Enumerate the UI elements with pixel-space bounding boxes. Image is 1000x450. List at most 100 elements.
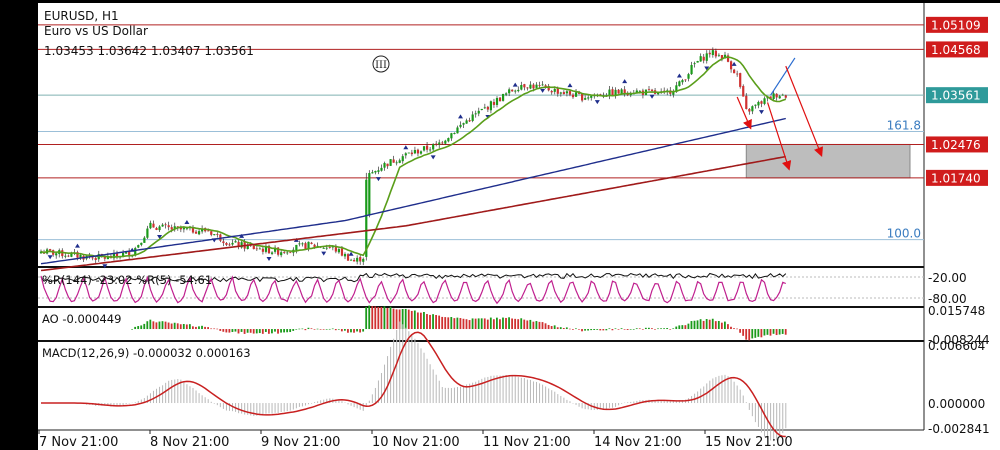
candle-body	[523, 84, 526, 88]
candle-body	[714, 50, 717, 57]
ao-bar	[699, 319, 702, 330]
time-tick-label: 14 Nov 21:00	[594, 435, 682, 450]
candle-body	[702, 56, 705, 61]
candle-body	[736, 73, 739, 75]
ao-bar	[432, 314, 434, 330]
ao-bar	[489, 317, 492, 330]
ao-bar	[562, 327, 565, 330]
candle-body	[283, 252, 286, 253]
ao-bar	[331, 328, 334, 330]
ao-bar	[660, 328, 662, 330]
price-level-label: 1.01740	[931, 171, 981, 185]
price-scale[interactable]	[924, 3, 1000, 430]
ao-bar	[307, 327, 310, 330]
ao-bar	[204, 326, 206, 330]
ao-bar	[547, 324, 550, 330]
ao-bar	[641, 329, 644, 330]
ao-bar	[429, 314, 431, 330]
candle-body	[562, 92, 565, 95]
candle-body	[498, 97, 502, 102]
candle-body	[541, 84, 544, 86]
ao-bar	[669, 329, 672, 330]
ao-bar	[620, 328, 623, 330]
ao-bar	[219, 329, 222, 331]
candle-body	[550, 90, 553, 93]
candle-body	[349, 259, 353, 261]
candle	[742, 84, 745, 97]
ao-bar	[337, 329, 340, 330]
ao-bar	[271, 329, 273, 334]
candle-body	[67, 255, 70, 257]
ao-bar	[237, 329, 240, 334]
ao-bar	[182, 323, 185, 330]
candle-body	[526, 87, 529, 89]
candle-body	[705, 53, 708, 61]
price-level-label: 1.04568	[931, 43, 981, 57]
price-panel[interactable]	[38, 3, 924, 266]
ao-bar	[353, 329, 355, 333]
ao-bar	[134, 326, 137, 330]
ao-bar	[368, 305, 371, 330]
ao-bar	[207, 327, 209, 330]
ao-bar	[651, 328, 653, 330]
candle-body	[733, 69, 736, 74]
candle-body	[252, 245, 255, 250]
candle-body	[565, 91, 569, 94]
wave-label-text: III	[375, 60, 387, 71]
ao-bar	[629, 329, 632, 330]
ao-bar	[274, 329, 276, 332]
candle-body	[568, 91, 572, 95]
ao-bar	[623, 329, 626, 330]
ao-bar	[268, 329, 270, 334]
ao-bar	[365, 306, 368, 330]
support-zone	[745, 143, 911, 179]
ao-bar	[453, 318, 456, 330]
ao-bar	[496, 317, 498, 330]
candle-body	[693, 63, 696, 65]
candle-body	[222, 241, 225, 244]
ao-bar	[462, 318, 465, 330]
ao-bar	[325, 329, 328, 330]
ao-bar	[319, 329, 322, 330]
ao-bar	[724, 321, 726, 330]
candle-body	[313, 244, 316, 248]
ao-bar	[742, 329, 745, 336]
ao-bar	[286, 329, 289, 333]
candle-body	[538, 85, 541, 86]
ao-bar	[559, 327, 562, 330]
candle	[696, 60, 699, 63]
candle-body	[699, 56, 702, 62]
ao-bar	[301, 328, 304, 330]
candle-body	[280, 252, 283, 256]
ao-bar	[359, 329, 361, 333]
candle-body	[146, 228, 149, 238]
ao-bar	[739, 329, 741, 333]
candle-body	[231, 242, 234, 245]
ao-bar	[143, 323, 146, 330]
ao-bar	[638, 328, 641, 330]
ao-bar	[149, 319, 152, 330]
ao-bar	[565, 327, 568, 330]
candle-body	[103, 257, 106, 259]
price-level-label: 1.02476	[931, 138, 981, 152]
ao-bar	[383, 306, 386, 330]
candle-body	[489, 101, 493, 111]
candle-body	[468, 120, 471, 122]
ao-bar	[225, 329, 228, 333]
ao-bar	[590, 329, 593, 331]
candle-body	[781, 94, 784, 96]
ao-bar	[614, 328, 617, 330]
ao-bar	[413, 310, 416, 330]
price-level-label: 1.03561	[931, 89, 981, 103]
ao-bar	[152, 321, 155, 330]
candle-body	[337, 249, 341, 253]
ao-bar	[155, 322, 158, 330]
ao-bar	[277, 329, 279, 334]
symbol-title: EURUSD, H1	[44, 9, 119, 23]
candle-body	[422, 146, 426, 151]
candle-body	[480, 108, 483, 110]
candle-body	[389, 159, 392, 166]
ao-bar	[745, 329, 748, 340]
candle-body	[55, 253, 58, 256]
ao-bar	[340, 329, 343, 332]
